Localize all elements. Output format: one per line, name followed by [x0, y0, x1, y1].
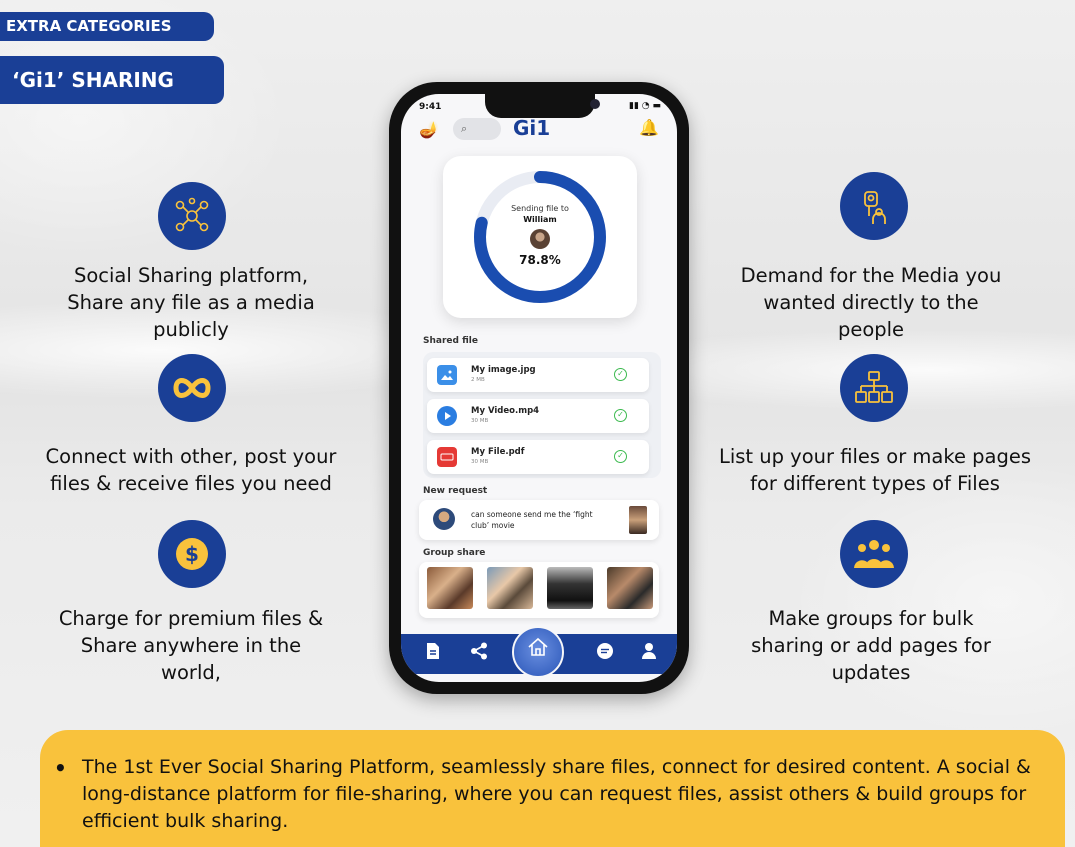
file-name: My image.jpg — [471, 365, 536, 375]
recipient-avatar — [530, 229, 550, 249]
notification-bell-icon[interactable]: 🔔 — [639, 118, 659, 137]
media-demand-icon — [840, 172, 908, 240]
group-share-label: Group share — [423, 548, 486, 558]
group-people-icon — [840, 520, 908, 588]
group-photo[interactable] — [607, 567, 653, 609]
pdf-file-icon — [437, 447, 457, 467]
feature-line: Connect with other, post your — [45, 445, 337, 468]
group-photo[interactable] — [547, 567, 593, 609]
summary-banner: • The 1st Ever Social Sharing Platform, … — [40, 730, 1065, 847]
feature-line: Make groups for bulk — [768, 607, 974, 630]
phone-screen: 9:41 ▮▮ ◔ ▬ 🪔 ⌕ Gi1 🔔 Sending file to Wi… — [401, 94, 677, 682]
feature-groups: Make groups for bulk sharing or add page… — [700, 605, 1042, 686]
file-size: 30 MB — [471, 459, 489, 465]
status-icons: ▮▮ ◔ ▬ — [629, 101, 661, 111]
progress-percent: 78.8% — [519, 253, 561, 267]
search-icon: ⌕ — [461, 122, 468, 135]
shared-file-label: Shared file — [423, 336, 478, 346]
bullet: • — [54, 756, 67, 780]
home-icon — [528, 637, 548, 656]
document-tab-icon[interactable] — [421, 642, 445, 667]
group-share-row — [419, 562, 659, 618]
search-button[interactable]: ⌕ — [453, 118, 501, 140]
movie-thumbnail — [629, 506, 647, 534]
feature-line: Share anywhere in the — [80, 634, 302, 657]
check-icon: ✓ — [614, 409, 627, 422]
extra-categories-tag: EXTRA CATEGORIES — [0, 12, 214, 41]
feature-social-sharing: Social Sharing platform, Share any file … — [20, 262, 362, 343]
file-hierarchy-icon — [840, 354, 908, 422]
gi1-sharing-tag: ‘Gi1’ SHARING — [0, 56, 224, 104]
group-photo[interactable] — [427, 567, 473, 609]
file-size: 2 MB — [471, 377, 485, 383]
new-request-label: New request — [423, 486, 488, 496]
phone-mockup: 9:41 ▮▮ ◔ ▬ 🪔 ⌕ Gi1 🔔 Sending file to Wi… — [389, 82, 689, 694]
status-time: 9:41 — [419, 102, 442, 112]
file-row-video[interactable]: My Video.mp4 30 MB ✓ — [427, 399, 649, 433]
request-item[interactable]: can someone send me the ‘fight club’ mov… — [419, 500, 659, 540]
profile-tab-icon[interactable] — [637, 642, 661, 667]
feature-line: Social Sharing platform, — [73, 264, 309, 287]
file-size: 30 MB — [471, 418, 489, 424]
phone-notch — [485, 94, 600, 118]
sending-progress-card: Sending file to William 78.8% — [443, 156, 637, 318]
check-icon: ✓ — [614, 368, 627, 381]
requester-avatar — [433, 508, 455, 530]
feature-line: Share any file as a media — [67, 291, 315, 314]
feature-line: updates — [831, 661, 911, 684]
summary-text: The 1st Ever Social Sharing Platform, se… — [82, 756, 1031, 832]
chat-tab-icon[interactable] — [593, 642, 617, 667]
feature-line: world, — [161, 661, 221, 684]
share-tab-icon[interactable] — [467, 642, 491, 667]
image-file-icon — [437, 365, 457, 385]
feature-line: people — [837, 318, 905, 341]
home-tab-button[interactable] — [512, 626, 564, 678]
svg-text:$: $ — [185, 542, 199, 566]
request-text: can someone send me the ‘fight club’ mov… — [471, 510, 593, 530]
feature-line: files & receive files you need — [50, 472, 332, 495]
group-photo[interactable] — [487, 567, 533, 609]
app-title: Gi1 — [513, 116, 551, 140]
feature-line: Charge for premium files & — [58, 607, 324, 630]
network-share-icon — [158, 182, 226, 250]
feature-connect: Connect with other, post your files & re… — [20, 443, 362, 497]
recipient-name: William — [523, 215, 557, 224]
feature-line: sharing or add pages for — [751, 634, 991, 657]
feature-line: Demand for the Media you — [740, 264, 1002, 287]
infinity-icon — [158, 354, 226, 422]
file-name: My File.pdf — [471, 447, 525, 457]
feature-premium: Charge for premium files & Share anywher… — [20, 605, 362, 686]
feature-line: for different types of Files — [750, 472, 1000, 495]
magic-lamp-icon[interactable]: 🪔 — [419, 120, 439, 139]
dollar-coin-icon: $ — [158, 520, 226, 588]
file-row-image[interactable]: My image.jpg 2 MB ✓ — [427, 358, 649, 392]
feature-demand-media: Demand for the Media you wanted directly… — [700, 262, 1042, 343]
check-icon: ✓ — [614, 450, 627, 463]
feature-line: List up your files or make pages — [718, 445, 1032, 468]
file-row-pdf[interactable]: My File.pdf 30 MB ✓ — [427, 440, 649, 474]
camera-dot — [590, 99, 600, 109]
sending-label: Sending file to — [511, 204, 569, 213]
feature-list-files: List up your files or make pages for dif… — [700, 443, 1050, 497]
feature-line: publicly — [153, 318, 229, 341]
file-name: My Video.mp4 — [471, 406, 540, 416]
video-file-icon — [437, 406, 457, 426]
feature-line: wanted directly to the — [763, 291, 979, 314]
